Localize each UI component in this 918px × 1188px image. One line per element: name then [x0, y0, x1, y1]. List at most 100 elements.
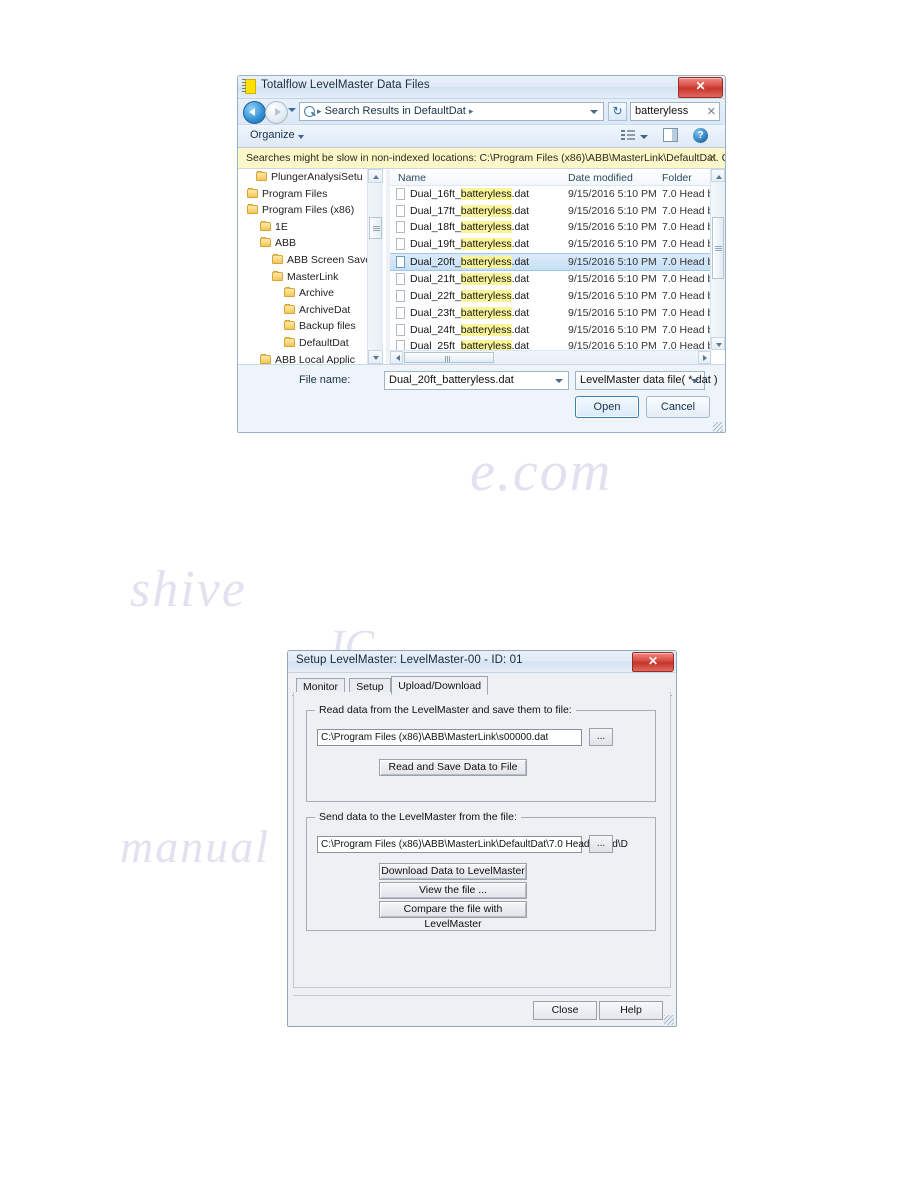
file-name-cell: Dual_17ft_batteryless.dat	[410, 204, 529, 217]
help-icon[interactable]: ?	[693, 128, 708, 143]
read-browse-button[interactable]: ...	[589, 728, 613, 746]
tree-item-abb-screen-save[interactable]: ABB Screen Save	[238, 252, 386, 269]
tree-item-label: MasterLink	[287, 270, 339, 283]
forward-arrow-icon[interactable]	[265, 101, 288, 124]
file-name-input[interactable]: Dual_20ft_batteryless.dat	[384, 371, 569, 390]
tree-vertical-scrollbar[interactable]	[367, 169, 383, 364]
table-row[interactable]: Dual_19ft_batteryless.dat 9/15/2016 5:10 …	[390, 236, 725, 253]
close-info-bar-icon[interactable]: ✕	[708, 151, 717, 164]
dialog1-title: Totalflow LevelMaster Data Files	[261, 79, 430, 91]
table-row[interactable]: Dual_21ft_batteryless.dat 9/15/2016 5:10 …	[390, 271, 725, 288]
cancel-button[interactable]: Cancel	[646, 396, 710, 418]
file-name-match-highlight: batteryless	[460, 221, 512, 234]
date-modified-cell: 9/15/2016 5:10 PM	[568, 273, 657, 286]
read-and-save-button[interactable]: Read and Save Data to File	[379, 759, 527, 776]
tab-upload-download[interactable]: Upload/Download	[391, 676, 489, 695]
file-list-horizontal-scrollbar[interactable]	[390, 350, 711, 364]
tab-label: Upload/Download	[398, 680, 482, 692]
file-name-suffix: .dat	[511, 273, 530, 286]
tree-item-1e[interactable]: 1E	[238, 219, 386, 236]
organize-button-label[interactable]: Organize	[250, 129, 295, 141]
file-name-cell: Dual_24ft_batteryless.dat	[410, 323, 529, 336]
tree-item-defaultdat[interactable]: DefaultDat	[238, 335, 386, 352]
scroll-down-icon[interactable]	[368, 350, 383, 364]
view-list-icon[interactable]	[621, 129, 635, 142]
tree-item-archivedat[interactable]: ArchiveDat	[238, 302, 386, 319]
read-path-input[interactable]: C:\Program Files (x86)\ABB\MasterLink\s0…	[317, 729, 582, 746]
table-row[interactable]: Dual_22ft_batteryless.dat 9/15/2016 5:10 …	[390, 288, 725, 305]
tree-item-masterlink[interactable]: MasterLink	[238, 269, 386, 286]
chevron-down-icon[interactable]	[691, 379, 699, 383]
file-name-match-highlight: batteryless	[460, 306, 512, 319]
back-arrow-icon[interactable]	[243, 101, 266, 124]
document-icon	[396, 238, 405, 251]
close-icon[interactable]: ✕	[632, 652, 674, 672]
watermark-text-1: e.com	[470, 441, 613, 503]
scroll-right-icon[interactable]	[698, 351, 711, 364]
view-chevron-down-icon[interactable]	[640, 135, 648, 139]
file-name-prefix: Dual_23ft_	[410, 306, 461, 319]
recent-pages-chevron-icon[interactable]	[288, 108, 296, 112]
table-row[interactable]: Dual_17ft_batteryless.dat 9/15/2016 5:10 …	[390, 203, 725, 220]
scrollbar-thumb[interactable]	[404, 352, 494, 363]
tree-item-archive[interactable]: Archive	[238, 285, 386, 302]
column-header-folder[interactable]: Folder	[662, 172, 692, 184]
column-header-date[interactable]: Date modified	[568, 172, 633, 184]
tree-item-backup-files[interactable]: Backup files	[238, 318, 386, 335]
open-button[interactable]: Open	[575, 396, 639, 418]
resize-grip[interactable]	[664, 1015, 674, 1025]
folder-icon	[284, 287, 295, 298]
table-row[interactable]: Dual_20ft_batteryless.dat 9/15/2016 5:10 …	[390, 252, 725, 272]
folder-icon	[272, 270, 283, 281]
address-bar[interactable]: ▸ Search Results in DefaultDat ▸	[299, 102, 604, 121]
refresh-icon[interactable]: ↻	[608, 102, 627, 121]
file-name-match-highlight: batteryless	[460, 188, 512, 200]
tree-item-program-files[interactable]: Program Files	[238, 186, 386, 203]
folder-icon	[247, 187, 258, 198]
file-type-select[interactable]: LevelMaster data file( *.dat )	[575, 371, 718, 390]
send-path-input[interactable]: C:\Program Files (x86)\ABB\MasterLink\De…	[317, 836, 628, 853]
file-list-vertical-scrollbar[interactable]	[710, 169, 725, 350]
compare-file-button[interactable]: Compare the file with LevelMaster	[379, 901, 527, 930]
folder-icon	[260, 353, 271, 364]
table-row[interactable]: Dual_23ft_batteryless.dat 9/15/2016 5:10 …	[390, 305, 725, 322]
dialog2-title-bar: Setup LevelMaster: LevelMaster-00 - ID: …	[288, 651, 676, 673]
read-path-value: C:\Program Files (x86)\ABB\MasterLink\s0…	[321, 732, 549, 743]
folder-cell: 7.0 Head b	[662, 221, 714, 234]
search-input[interactable]: batteryless ✕	[630, 102, 720, 121]
document-icon	[396, 204, 405, 217]
table-row[interactable]: Dual_24ft_batteryless.dat 9/15/2016 5:10 …	[390, 322, 725, 339]
file-name-match-highlight: batteryless	[460, 273, 512, 286]
scroll-up-icon[interactable]	[711, 169, 725, 182]
tree-item-abb-local-applic[interactable]: ABB Local Applic	[238, 352, 386, 364]
table-row[interactable]: Dual_16ft_batteryless.dat 9/15/2016 5:10 …	[390, 186, 725, 203]
send-browse-button[interactable]: ...	[589, 835, 613, 853]
dialog2-title: Setup LevelMaster: LevelMaster-00 - ID: …	[296, 654, 523, 666]
resize-grip[interactable]	[713, 422, 723, 432]
tree-item-plungeranalysisetu[interactable]: PlungerAnalysiSetu	[238, 169, 386, 186]
scrollbar-thumb[interactable]	[712, 217, 724, 279]
file-name-match-highlight: batteryless	[460, 204, 512, 217]
column-header-name[interactable]: Name	[398, 172, 426, 184]
scroll-up-icon[interactable]	[368, 169, 383, 183]
chevron-down-icon[interactable]	[555, 379, 563, 383]
help-button[interactable]: Help	[599, 1001, 663, 1020]
tree-item-program-files-x86[interactable]: Program Files (x86)	[238, 202, 386, 219]
scrollbar-thumb[interactable]	[369, 217, 382, 239]
date-modified-cell: 9/15/2016 5:10 PM	[568, 238, 657, 251]
clear-search-icon[interactable]: ✕	[707, 105, 716, 118]
chevron-down-icon[interactable]	[298, 135, 304, 139]
file-name-prefix: Dual_22ft_	[410, 290, 461, 303]
preview-pane-icon[interactable]	[663, 128, 678, 142]
close-icon[interactable]: ✕	[678, 77, 723, 98]
chevron-down-icon[interactable]	[590, 110, 598, 114]
view-file-button[interactable]: View the file ...	[379, 882, 527, 899]
download-data-button[interactable]: Download Data to LevelMaster	[379, 863, 527, 880]
tree-item-abb[interactable]: ABB	[238, 235, 386, 252]
scroll-down-icon[interactable]	[711, 337, 725, 350]
tree-item-label: ArchiveDat	[299, 303, 351, 316]
scroll-left-icon[interactable]	[390, 351, 403, 364]
setup-levelmaster-dialog: Setup LevelMaster: LevelMaster-00 - ID: …	[287, 650, 677, 1027]
table-row[interactable]: Dual_18ft_batteryless.dat 9/15/2016 5:10 …	[390, 219, 725, 236]
close-button[interactable]: Close	[533, 1001, 597, 1020]
